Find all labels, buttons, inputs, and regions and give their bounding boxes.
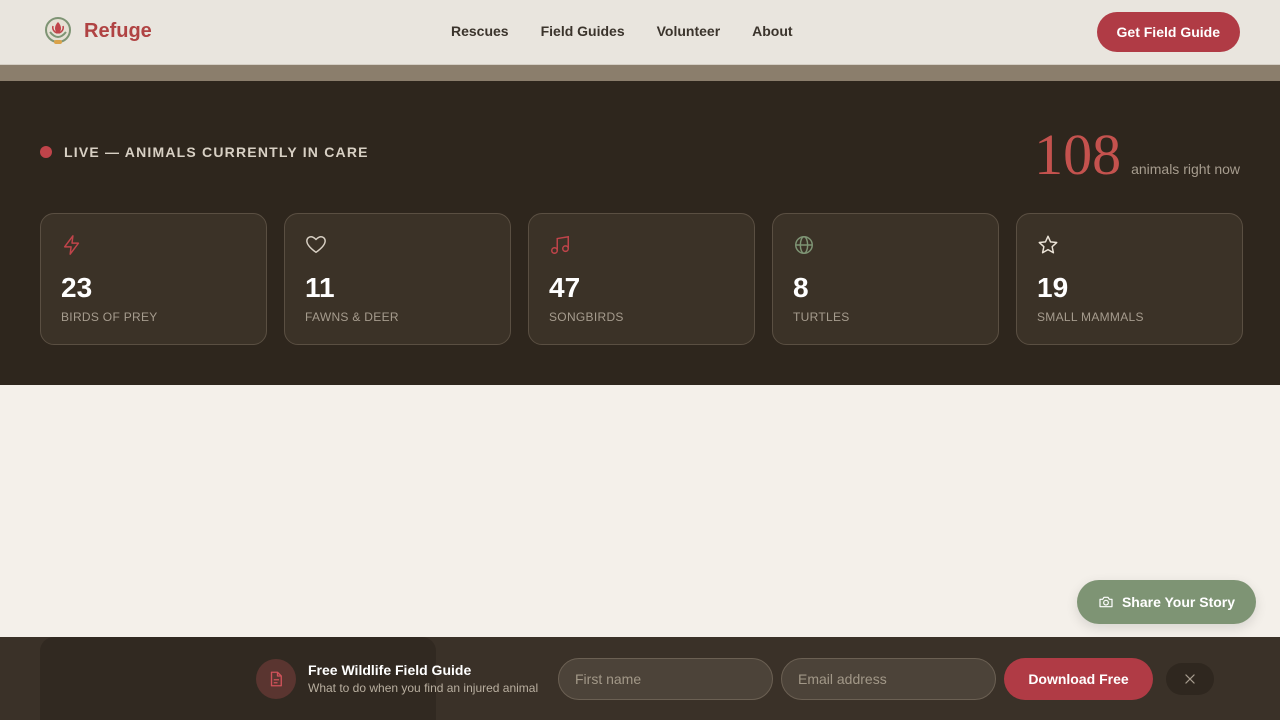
- guide-subtitle: What to do when you find an injured anim…: [308, 681, 539, 695]
- close-bar-button[interactable]: [1166, 663, 1214, 695]
- card-songbirds[interactable]: 47 SONGBIRDS: [528, 213, 755, 345]
- get-field-guide-button[interactable]: Get Field Guide: [1096, 12, 1240, 52]
- music-note-icon: [551, 235, 569, 254]
- share-your-story-label: Share Your Story: [1121, 594, 1236, 610]
- live-indicator: LIVE — ANIMALS CURRENTLY IN CARE: [40, 144, 369, 160]
- card-count: 11: [305, 272, 335, 303]
- field-guide-signup-bar: Free Wildlife Field Guide What to do whe…: [0, 637, 1280, 720]
- total-number: 108: [1034, 122, 1122, 187]
- nav-rescues[interactable]: Rescues: [451, 23, 509, 39]
- guide-icon-badge: [256, 659, 296, 699]
- nav-field-guides[interactable]: Field Guides: [541, 23, 625, 39]
- background-content-card: [40, 637, 436, 720]
- globe-icon: [795, 236, 813, 254]
- header-divider-band: [0, 65, 1280, 81]
- nav-volunteer[interactable]: Volunteer: [657, 23, 721, 39]
- first-name-input[interactable]: [558, 658, 773, 700]
- guide-title: Free Wildlife Field Guide: [308, 662, 472, 678]
- total-count: 108 animals right now: [1034, 121, 1240, 188]
- lightning-icon: [63, 235, 80, 255]
- card-fawns-deer[interactable]: 11 FAWNS & DEER: [284, 213, 511, 345]
- animal-cards: 23 BIRDS OF PREY 11 FAWNS & DEER 47 SONG…: [40, 213, 1243, 345]
- card-birds-of-prey[interactable]: 23 BIRDS OF PREY: [40, 213, 267, 345]
- nav-about[interactable]: About: [752, 23, 792, 39]
- share-your-story-button[interactable]: Share Your Story: [1077, 580, 1256, 624]
- card-label: BIRDS OF PREY: [61, 310, 158, 324]
- download-free-button[interactable]: Download Free: [1004, 658, 1153, 700]
- brand-name: Refuge: [84, 19, 152, 42]
- live-dot-icon: [40, 146, 52, 158]
- refuge-logo-icon: [45, 17, 71, 44]
- card-label: SMALL MAMMALS: [1037, 310, 1144, 324]
- live-label: LIVE — ANIMALS CURRENTLY IN CARE: [64, 144, 369, 160]
- close-icon: [1185, 674, 1195, 684]
- brand[interactable]: Refuge: [44, 16, 152, 46]
- document-icon: [270, 671, 282, 687]
- card-label: FAWNS & DEER: [305, 310, 399, 324]
- main-nav: Rescues Field Guides Volunteer About: [451, 23, 793, 39]
- camera-icon: [1099, 596, 1113, 608]
- card-count: 47: [549, 272, 581, 303]
- card-label: SONGBIRDS: [549, 310, 624, 324]
- site-header: Refuge Rescues Field Guides Volunteer Ab…: [0, 0, 1280, 65]
- heart-icon: [306, 236, 326, 254]
- card-count: 19: [1037, 272, 1069, 303]
- total-unit: animals right now: [1131, 161, 1240, 177]
- email-input[interactable]: [781, 658, 996, 700]
- card-small-mammals[interactable]: 19 SMALL MAMMALS: [1016, 213, 1243, 345]
- card-turtles[interactable]: 8 TURTLES: [772, 213, 999, 345]
- star-icon: [1038, 235, 1058, 254]
- live-care-section: LIVE — ANIMALS CURRENTLY IN CARE 108 ani…: [0, 81, 1280, 385]
- card-label: TURTLES: [793, 310, 850, 324]
- card-count: 8: [793, 272, 809, 303]
- card-count: 23: [61, 272, 93, 303]
